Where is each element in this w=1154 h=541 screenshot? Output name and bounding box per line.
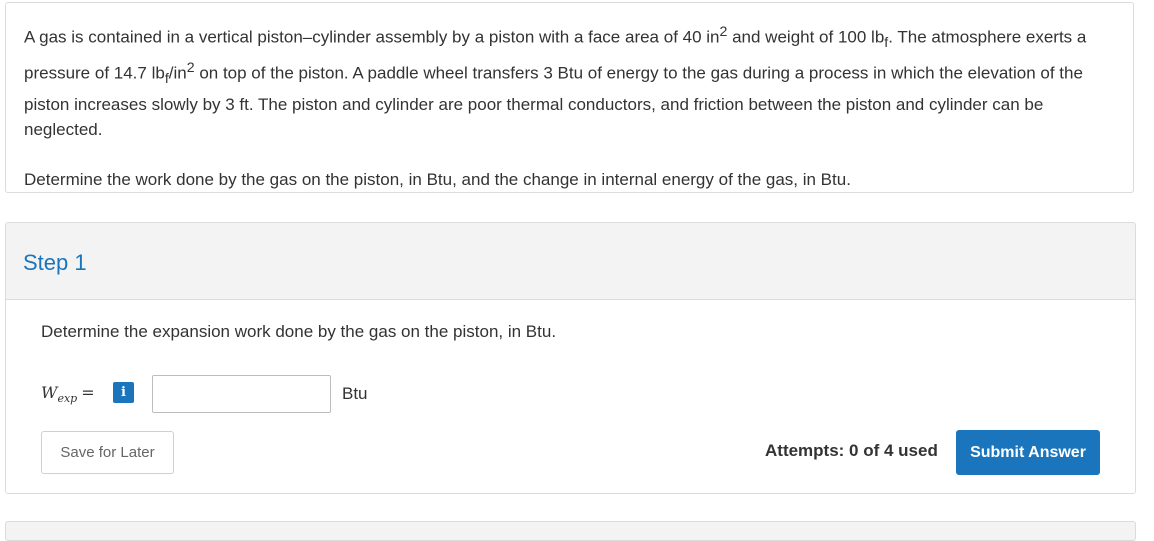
problem-text-segment: and weight of 100 lb (727, 27, 885, 47)
problem-text-segment: A gas is contained in a vertical piston–… (24, 27, 720, 47)
attempts-counter: Attempts: 0 of 4 used (765, 441, 938, 460)
problem-card: A gas is contained in a vertical piston–… (5, 2, 1134, 193)
variable-subscript: exp (57, 392, 78, 406)
step-question: Determine the expansion work done by the… (41, 322, 557, 341)
problem-question: Determine the work done by the gas on th… (24, 170, 851, 190)
step-header: Step 1 (6, 223, 1135, 300)
answer-input[interactable] (152, 375, 331, 413)
info-icon[interactable]: i (113, 382, 134, 403)
superscript: 2 (186, 60, 195, 77)
problem-statement: A gas is contained in a vertical piston–… (24, 20, 1119, 142)
step-title: Step 1 (23, 250, 87, 275)
unit-label: Btu (342, 384, 368, 403)
variable-label: Wexp = (41, 383, 115, 405)
variable-symbol: W (41, 382, 58, 402)
next-step-card (5, 521, 1136, 541)
answer-row: Wexp = i Btu (41, 374, 368, 414)
equals-sign: = (81, 382, 95, 402)
submit-answer-button[interactable]: Submit Answer (956, 430, 1100, 475)
save-for-later-button[interactable]: Save for Later (41, 431, 174, 474)
problem-text-segment: /in (168, 63, 187, 83)
step-card: Step 1 Determine the expansion work done… (5, 222, 1136, 494)
